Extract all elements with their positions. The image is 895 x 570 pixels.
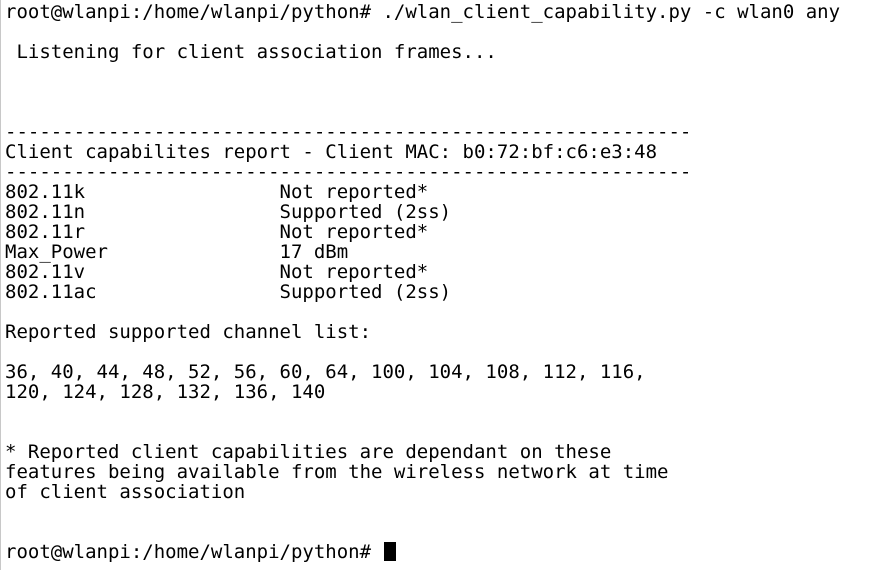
footnote-line: * Reported client capabilities are depen… xyxy=(5,441,612,463)
channel-list-line: 120, 124, 128, 132, 136, 140 xyxy=(5,381,326,403)
footnote-line: of client association xyxy=(5,481,246,503)
report-title: Client capabilites report - Client MAC: … xyxy=(5,141,658,163)
prompt-line[interactable]: root@wlanpi:/home/wlanpi/python# xyxy=(5,542,396,562)
terminal-window[interactable]: root@wlanpi:/home/wlanpi/python# ./wlan_… xyxy=(0,0,895,570)
footnote-line: features being available from the wirele… xyxy=(5,461,669,483)
separator-top: ----------------------------------------… xyxy=(5,121,692,143)
command-line: root@wlanpi:/home/wlanpi/python# ./wlan_… xyxy=(5,1,841,23)
listening-message: Listening for client association frames.… xyxy=(5,41,497,63)
capability-row: Max_Power 17 dBm xyxy=(5,241,349,263)
separator-bottom: ----------------------------------------… xyxy=(5,161,692,183)
capability-row: 802.11n Supported (2ss) xyxy=(5,201,452,223)
capability-row: 802.11r Not reported* xyxy=(5,221,429,243)
text-cursor xyxy=(383,542,396,561)
prompt-text: root@wlanpi:/home/wlanpi/python# xyxy=(5,541,383,563)
capability-row: 802.11k Not reported* xyxy=(5,181,429,203)
capability-row: 802.11v Not reported* xyxy=(5,261,429,283)
capability-row: 802.11ac Supported (2ss) xyxy=(5,281,452,303)
channel-heading: Reported supported channel list: xyxy=(5,321,372,343)
channel-list-line: 36, 40, 44, 48, 52, 56, 60, 64, 100, 104… xyxy=(5,361,646,383)
